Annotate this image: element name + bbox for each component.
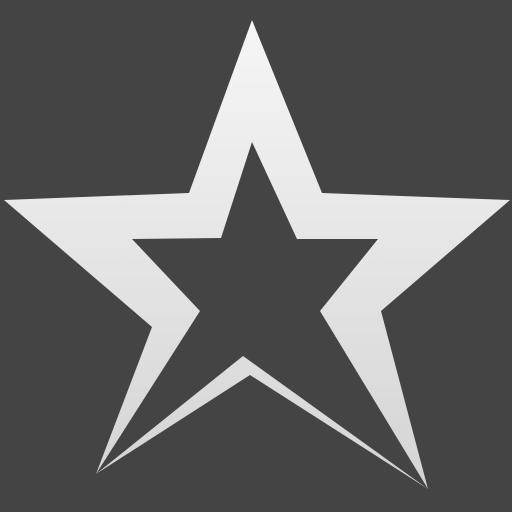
star-shape [4,20,510,489]
icon-canvas [0,0,512,512]
star-outline-icon [4,20,510,489]
